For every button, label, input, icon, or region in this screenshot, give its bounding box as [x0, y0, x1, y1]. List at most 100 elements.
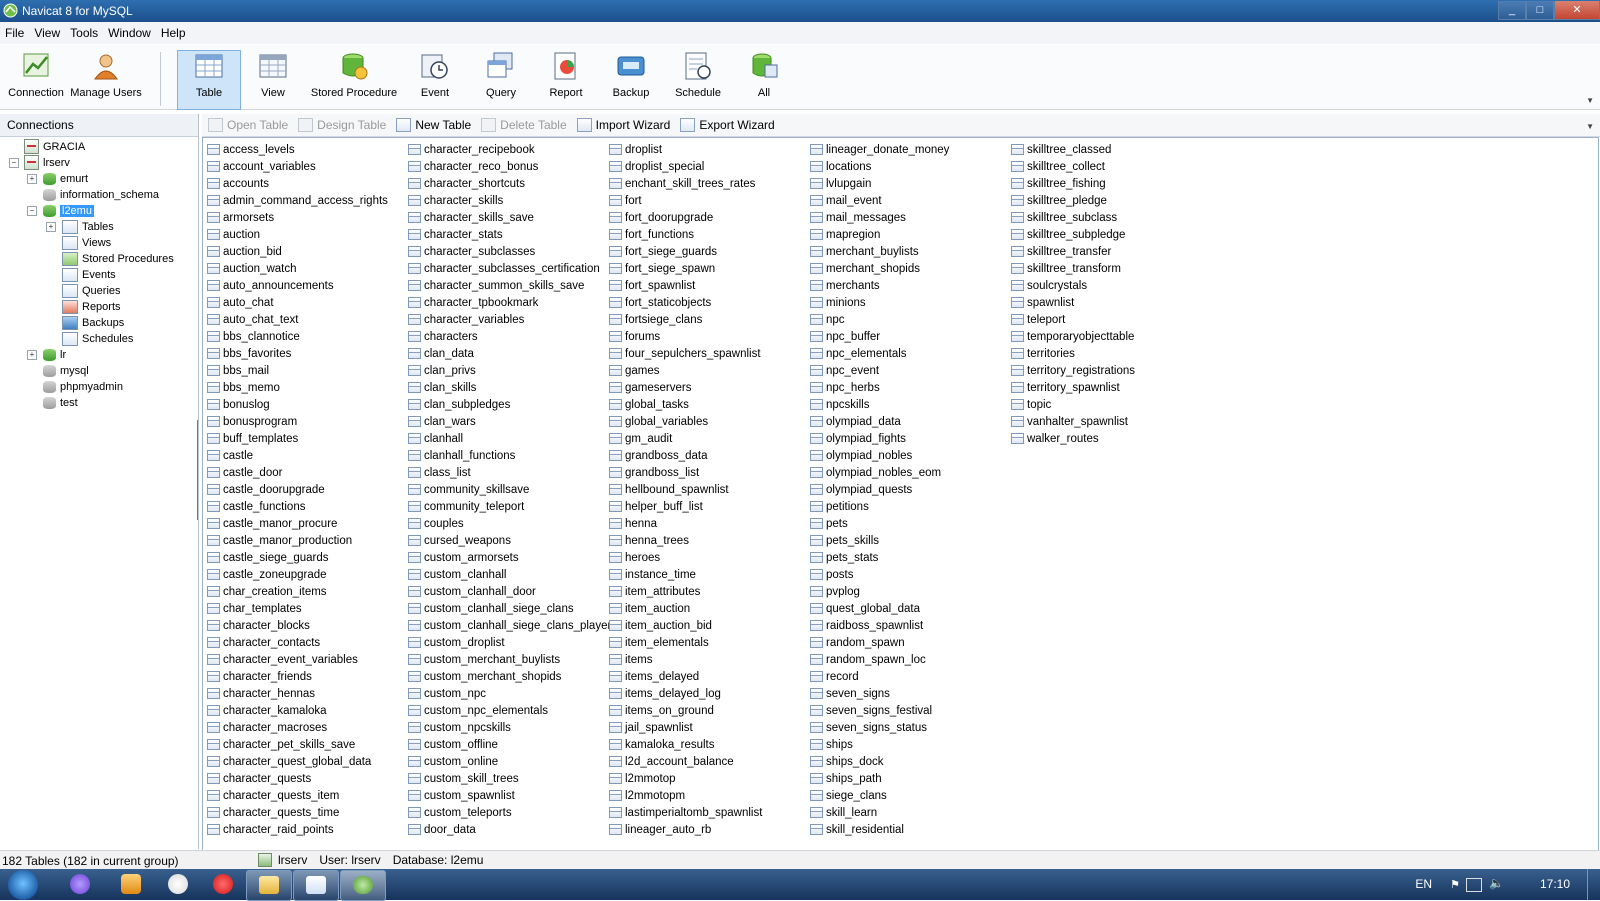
- view-button[interactable]: View: [247, 51, 299, 109]
- table-item[interactable]: npc: [808, 311, 949, 328]
- table-item[interactable]: items_on_ground: [607, 702, 762, 719]
- tree-item-lrserv[interactable]: lrserv: [24, 155, 70, 170]
- table-item[interactable]: soulcrystals: [1009, 277, 1135, 294]
- navicat-taskbar-button[interactable]: [340, 870, 386, 901]
- table-item[interactable]: games: [607, 362, 762, 379]
- table-item[interactable]: access_levels: [205, 141, 388, 158]
- table-item[interactable]: items_delayed: [607, 668, 762, 685]
- collapse-toggle-icon[interactable]: −: [9, 158, 19, 168]
- table-item[interactable]: custom_droplist: [406, 634, 617, 651]
- table-item[interactable]: fort_spawnlist: [607, 277, 762, 294]
- collapse-toggle-icon[interactable]: −: [27, 206, 37, 216]
- table-item[interactable]: castle_door: [205, 464, 388, 481]
- table-item[interactable]: global_variables: [607, 413, 762, 430]
- expand-toggle-icon[interactable]: +: [27, 350, 37, 360]
- table-item[interactable]: custom_offline: [406, 736, 617, 753]
- table-item[interactable]: l2d_account_balance: [607, 753, 762, 770]
- all-button[interactable]: All: [743, 51, 785, 109]
- table-item[interactable]: bbs_clannotice: [205, 328, 388, 345]
- table-item[interactable]: admin_command_access_rights: [205, 192, 388, 209]
- table-item[interactable]: vanhalter_spawnlist: [1009, 413, 1135, 430]
- table-item[interactable]: character_event_variables: [205, 651, 388, 668]
- table-item[interactable]: character_quest_global_data: [205, 753, 388, 770]
- table-item[interactable]: character_variables: [406, 311, 617, 328]
- table-item[interactable]: fort_siege_guards: [607, 243, 762, 260]
- tree-item-phpmyadmin[interactable]: phpmyadmin: [43, 379, 123, 394]
- table-item[interactable]: droplist: [607, 141, 762, 158]
- table-item[interactable]: auction_bid: [205, 243, 388, 260]
- table-item[interactable]: character_blocks: [205, 617, 388, 634]
- table-item[interactable]: skilltree_subclass: [1009, 209, 1135, 226]
- tree-item-queries[interactable]: Queries: [62, 283, 121, 298]
- table-item[interactable]: character_hennas: [205, 685, 388, 702]
- tree-item-information-schema[interactable]: information_schema: [43, 187, 159, 202]
- table-item[interactable]: heroes: [607, 549, 762, 566]
- table-item[interactable]: posts: [808, 566, 949, 583]
- table-item[interactable]: bbs_mail: [205, 362, 388, 379]
- messenger-app-icon[interactable]: [70, 874, 90, 894]
- table-item[interactable]: ships_path: [808, 770, 949, 787]
- table-item[interactable]: skilltree_subpledge: [1009, 226, 1135, 243]
- table-item[interactable]: seven_signs_status: [808, 719, 949, 736]
- table-item[interactable]: auction_watch: [205, 260, 388, 277]
- table-item[interactable]: siege_clans: [808, 787, 949, 804]
- table-item[interactable]: lineager_donate_money: [808, 141, 949, 158]
- table-item[interactable]: territory_spawnlist: [1009, 379, 1135, 396]
- table-item[interactable]: custom_armorsets: [406, 549, 617, 566]
- tree-item-lr[interactable]: lr: [43, 347, 66, 362]
- table-item[interactable]: custom_clanhall_siege_clans: [406, 600, 617, 617]
- new-table-button[interactable]: New Table: [396, 118, 471, 132]
- table-item[interactable]: skilltree_classed: [1009, 141, 1135, 158]
- table-item[interactable]: character_subclasses_certification: [406, 260, 617, 277]
- language-indicator[interactable]: EN: [1415, 877, 1432, 891]
- table-item[interactable]: record: [808, 668, 949, 685]
- table-item[interactable]: raidboss_spawnlist: [808, 617, 949, 634]
- table-item[interactable]: merchants: [808, 277, 949, 294]
- table-item[interactable]: character_tpbookmark: [406, 294, 617, 311]
- table-item[interactable]: castle_manor_production: [205, 532, 388, 549]
- tree-item-l2emu[interactable]: l2emu: [43, 203, 94, 218]
- menu-window[interactable]: Window: [103, 26, 156, 40]
- menu-tools[interactable]: Tools: [65, 26, 103, 40]
- table-item[interactable]: mapregion: [808, 226, 949, 243]
- table-item[interactable]: character_skills_save: [406, 209, 617, 226]
- table-item[interactable]: enchant_skill_trees_rates: [607, 175, 762, 192]
- table-item[interactable]: custom_merchant_buylists: [406, 651, 617, 668]
- table-item[interactable]: castle_doorupgrade: [205, 481, 388, 498]
- table-item[interactable]: clan_wars: [406, 413, 617, 430]
- expand-toggle-icon[interactable]: +: [46, 222, 56, 232]
- table-item[interactable]: bbs_favorites: [205, 345, 388, 362]
- network-icon[interactable]: [1466, 878, 1482, 892]
- table-item[interactable]: characters: [406, 328, 617, 345]
- table-item[interactable]: helper_buff_list: [607, 498, 762, 515]
- table-item[interactable]: npcskills: [808, 396, 949, 413]
- table-item[interactable]: auction: [205, 226, 388, 243]
- table-item[interactable]: territories: [1009, 345, 1135, 362]
- table-item[interactable]: skilltree_collect: [1009, 158, 1135, 175]
- tree-item-schedules[interactable]: Schedules: [62, 331, 133, 346]
- table-item[interactable]: skilltree_transfer: [1009, 243, 1135, 260]
- action-center-flag-icon[interactable]: ⚑: [1450, 878, 1460, 891]
- table-item[interactable]: npc_elementals: [808, 345, 949, 362]
- menu-view[interactable]: View: [29, 26, 65, 40]
- close-button[interactable]: ✕: [1554, 1, 1600, 20]
- table-item[interactable]: npc_event: [808, 362, 949, 379]
- table-item[interactable]: pets: [808, 515, 949, 532]
- open-table-button[interactable]: Open Table: [208, 118, 288, 132]
- table-item[interactable]: clan_privs: [406, 362, 617, 379]
- table-item[interactable]: char_templates: [205, 600, 388, 617]
- tree-item-events[interactable]: Events: [62, 267, 116, 282]
- table-item[interactable]: spawnlist: [1009, 294, 1135, 311]
- object-toolbar-overflow-arrow-icon[interactable]: ▼: [1586, 122, 1594, 131]
- table-item[interactable]: character_stats: [406, 226, 617, 243]
- table-item[interactable]: hellbound_spawnlist: [607, 481, 762, 498]
- table-item[interactable]: olympiad_quests: [808, 481, 949, 498]
- backup-button[interactable]: Backup: [607, 51, 655, 109]
- design-table-button[interactable]: Design Table: [298, 118, 386, 132]
- table-item[interactable]: character_skills: [406, 192, 617, 209]
- show-desktop-button[interactable]: [1587, 869, 1600, 900]
- table-item[interactable]: locations: [808, 158, 949, 175]
- table-item[interactable]: mail_messages: [808, 209, 949, 226]
- tree-item-backups[interactable]: Backups: [62, 315, 124, 330]
- table-item[interactable]: clan_subpledges: [406, 396, 617, 413]
